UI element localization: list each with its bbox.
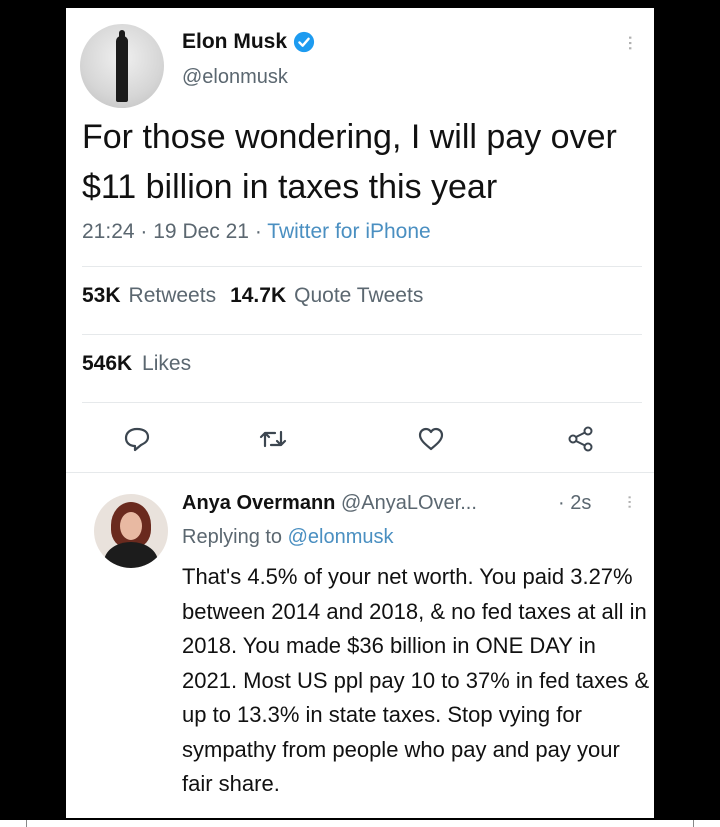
tweet-time: 21:24 [82, 220, 135, 243]
author-name-row: Elon Musk [182, 30, 315, 54]
reply-button[interactable] [122, 424, 152, 454]
edge-tick [693, 820, 694, 827]
replying-to-handle[interactable]: @elonmusk [288, 526, 394, 548]
reply-author-avatar[interactable] [94, 494, 168, 568]
divider [82, 402, 642, 403]
retweet-icon [259, 430, 287, 448]
divider [66, 472, 654, 473]
reply-more-options-icon[interactable]: ··· [618, 494, 641, 508]
bottom-edge [0, 820, 720, 827]
retweets-count[interactable]: 53K [82, 284, 121, 307]
share-button[interactable] [566, 424, 596, 454]
meta-separator: · [254, 220, 262, 243]
tweet-source[interactable]: Twitter for iPhone [267, 220, 430, 243]
divider [82, 334, 642, 335]
share-icon [568, 426, 593, 452]
reply-text: That's 4.5% of your net worth. You paid … [182, 564, 650, 796]
tweet-meta: 21:24 · 19 Dec 21 · Twitter for iPhone [82, 220, 431, 244]
meta-separator: · [140, 220, 148, 243]
author-name[interactable]: Elon Musk [182, 30, 287, 54]
tweet-text: For those wondering, I will pay over $11… [82, 118, 617, 206]
retweet-button[interactable] [258, 424, 288, 454]
retweets-label[interactable]: Retweets [129, 284, 217, 307]
likes-stat: 546K Likes [82, 352, 191, 376]
avatar-face [120, 512, 142, 540]
like-button[interactable] [416, 424, 446, 454]
replying-to: Replying to @elonmusk [182, 526, 394, 549]
reply-header: Anya Overmann @AnyaLOver... [182, 492, 477, 515]
reply-author-name[interactable]: Anya Overmann [182, 492, 335, 514]
author-handle[interactable]: @elonmusk [182, 66, 288, 89]
more-options-icon[interactable]: ··· [618, 34, 644, 50]
tweet-card: Elon Musk @elonmusk ··· For those wonder… [66, 8, 654, 818]
edge-tick [26, 820, 27, 827]
reply-time[interactable]: · 2s [558, 492, 591, 515]
replying-prefix: Replying to [182, 526, 283, 548]
likes-label[interactable]: Likes [142, 352, 191, 375]
verified-badge-icon [293, 31, 315, 53]
reply-icon [124, 427, 150, 452]
likes-count[interactable]: 546K [82, 352, 132, 375]
quote-tweets-label[interactable]: Quote Tweets [294, 284, 423, 307]
author-avatar[interactable] [80, 24, 164, 108]
reply-author-handle[interactable]: @AnyaLOver... [341, 492, 477, 514]
avatar-rocket [116, 36, 128, 102]
tweet-date[interactable]: 19 Dec 21 [153, 220, 249, 243]
engagement-stats: 53K Retweets 14.7K Quote Tweets [82, 284, 423, 308]
quote-tweets-count[interactable]: 14.7K [230, 284, 286, 307]
avatar-body [104, 542, 158, 568]
heart-icon [418, 427, 444, 451]
divider [82, 266, 642, 267]
